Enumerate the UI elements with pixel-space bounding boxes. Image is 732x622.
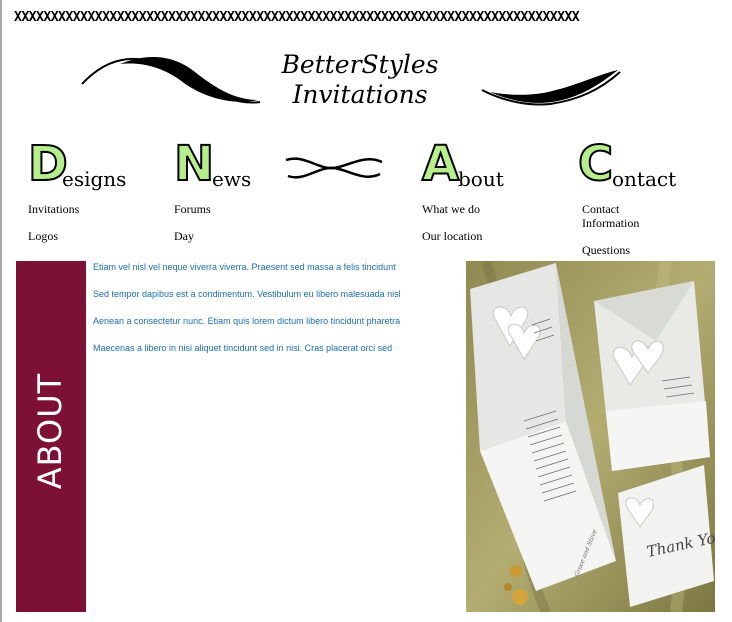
about-paragraphs: Etiam vel nisl vel neque viverra viverra… bbox=[93, 262, 402, 370]
nav-link-what-we-do[interactable]: What we do bbox=[422, 202, 482, 216]
about-paragraph-3: Aenean a consectetur nunc. Etiam quis lo… bbox=[93, 316, 401, 326]
center-swirl-ornament bbox=[285, 157, 383, 179]
nav-about-title[interactable]: A bout bbox=[421, 136, 504, 192]
site-logo[interactable]: BetterStyles Invitations bbox=[80, 44, 640, 116]
nav-link-our-location[interactable]: Our location bbox=[422, 229, 482, 243]
about-paragraph-4: Maecenas a libero in nisi aliquet tincid… bbox=[93, 343, 393, 353]
news-title-rest: ews bbox=[212, 167, 252, 191]
nav-link-contact-information[interactable]: Contact Information bbox=[582, 202, 662, 230]
nav-contact-title[interactable]: C ontact bbox=[577, 136, 676, 192]
x-decoration-row: XXXXXXXXXXXXXXXXXXXXXXXXXXXXXXXXXXXXXXXX… bbox=[14, 10, 580, 25]
nav-link-logos[interactable]: Logos bbox=[28, 229, 79, 243]
news-big-letter: N bbox=[173, 136, 215, 192]
left-border bbox=[0, 0, 2, 622]
nav-link-forums[interactable]: Forums bbox=[174, 202, 211, 216]
nav-link-invitations[interactable]: Invitations bbox=[28, 202, 79, 216]
nav-news-title[interactable]: N ews bbox=[173, 136, 251, 192]
contact-big-letter: C bbox=[577, 136, 614, 192]
nav-link-day[interactable]: Day bbox=[174, 229, 211, 243]
nav-designs-title[interactable]: D esigns bbox=[27, 137, 126, 191]
about-big-letter: A bbox=[421, 136, 460, 192]
nav-contact: C ontact Contact Information Questions bbox=[577, 136, 676, 270]
invitation-photo: Thank You Grace and Steve bbox=[466, 261, 715, 612]
about-vertical-label: ABOUT bbox=[31, 372, 69, 490]
about-paragraph-2: Sed tempor dapibus est a condimentum. Ve… bbox=[93, 289, 401, 299]
logo-line-1: BetterStyles bbox=[281, 50, 439, 79]
logo-line-2: Invitations bbox=[292, 80, 428, 109]
contact-title-rest: ontact bbox=[612, 167, 677, 191]
nav-news: N ews Forums Day bbox=[173, 136, 251, 256]
designs-title-rest: esigns bbox=[62, 167, 127, 191]
nav-about: A bout What we do Our location bbox=[421, 136, 504, 256]
about-paragraph-1: Etiam vel nisl vel neque viverra viverra… bbox=[93, 262, 396, 272]
about-sidebar: ABOUT bbox=[16, 261, 86, 612]
nav-designs: D esigns Invitations Logos bbox=[27, 137, 126, 256]
about-title-rest: bout bbox=[458, 167, 504, 191]
nav-link-questions[interactable]: Questions bbox=[582, 243, 662, 257]
invitation-photo-graphic: Thank You Grace and Steve bbox=[466, 261, 715, 612]
